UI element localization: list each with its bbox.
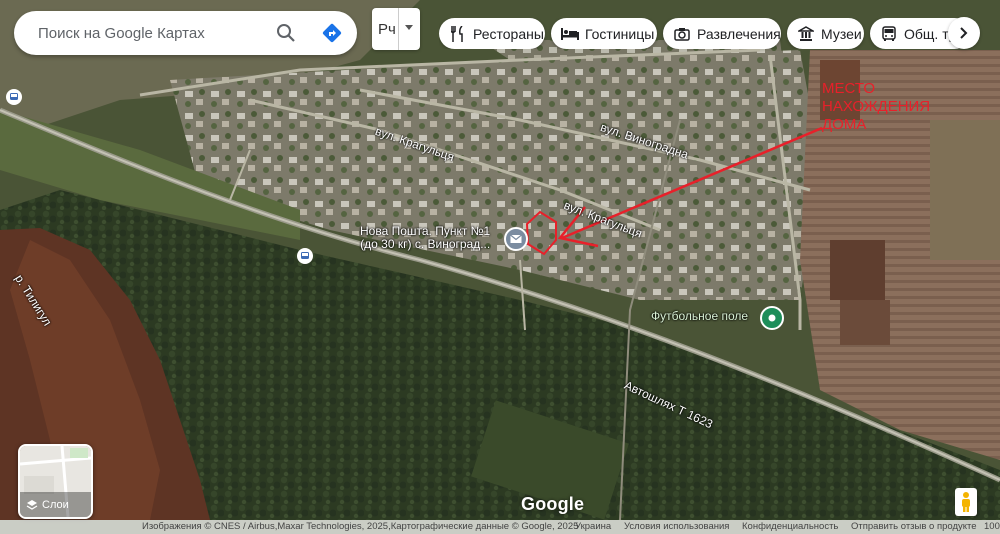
search-input[interactable] <box>36 23 270 43</box>
bus-icon <box>10 93 18 100</box>
post-office-label[interactable]: Нова Пошта. Пункт №1 (до 30 кг) с. Виног… <box>360 225 490 251</box>
language-selector[interactable]: Рч <box>372 8 420 50</box>
map-footer: Изображения © CNES / Airbus,Maxar Techno… <box>0 520 1000 534</box>
post-office-pin[interactable] <box>504 227 528 251</box>
fork-knife-icon <box>449 25 467 43</box>
google-logo: Google <box>521 494 585 514</box>
bed-icon <box>561 25 579 43</box>
search-icon <box>277 24 295 42</box>
dropdown-arrow-icon <box>405 25 413 30</box>
language-value: Рч <box>378 20 396 38</box>
mail-icon <box>510 234 522 243</box>
feedback-link[interactable]: Отправить отзыв о продукте <box>851 521 977 532</box>
category-chips: Рестораны Гостиницы Развлечения Музеи Об… <box>439 18 984 49</box>
chip-restaurants-label: Рестораны <box>473 25 544 42</box>
chip-entertainment[interactable]: Развлечения <box>663 18 781 49</box>
layers-button[interactable]: Слои <box>18 444 93 519</box>
attribution-text: Изображения © CNES / Airbus,Maxar Techno… <box>142 521 579 532</box>
park-icon <box>768 314 776 322</box>
museum-icon <box>797 25 815 43</box>
post-office-label-line2: (до 30 кг) с. Виноград... <box>360 237 491 251</box>
chip-hotels-label: Гостиницы <box>585 25 655 42</box>
annotation-line3: ДОМА <box>822 116 867 133</box>
directions-icon <box>322 23 342 43</box>
chip-museums-label: Музеи <box>821 25 862 42</box>
scale-label[interactable]: 100 <box>984 521 1000 532</box>
chip-restaurants[interactable]: Рестораны <box>439 18 545 49</box>
stadium-label[interactable]: Футбольное поле <box>651 309 748 323</box>
bus-icon <box>301 252 309 259</box>
country-link[interactable]: Украина <box>575 521 611 532</box>
layers-label: Слои <box>42 499 69 511</box>
search-box <box>14 11 357 55</box>
layers-icon <box>26 500 38 510</box>
directions-button[interactable] <box>320 21 344 45</box>
bus-icon <box>880 25 898 43</box>
chips-next-button[interactable] <box>948 17 980 49</box>
annotation-line1: МЕСТО <box>822 80 875 97</box>
stadium-pin[interactable] <box>760 306 784 330</box>
chevron-right-icon <box>960 27 968 39</box>
annotation-line2: НАХОЖДЕНИЯ <box>822 98 931 115</box>
house-location-annotation: МЕСТО НАХОЖДЕНИЯ ДОМА <box>822 80 930 134</box>
bus-stop-pin-road[interactable] <box>297 248 313 264</box>
camera-icon <box>673 25 691 43</box>
chip-entertainment-label: Развлечения <box>697 25 781 42</box>
terms-link[interactable]: Условия использования <box>624 521 729 532</box>
bus-stop-pin-left[interactable] <box>6 89 22 105</box>
privacy-link[interactable]: Конфиденциальность <box>742 521 838 532</box>
layers-label-wrap: Слои <box>26 499 69 511</box>
search-button[interactable] <box>274 21 298 45</box>
street-view-pegman[interactable] <box>955 488 977 516</box>
pegman-icon <box>962 492 970 512</box>
language-divider <box>398 8 399 50</box>
chip-hotels[interactable]: Гостиницы <box>551 18 657 49</box>
chip-museums[interactable]: Музеи <box>787 18 864 49</box>
